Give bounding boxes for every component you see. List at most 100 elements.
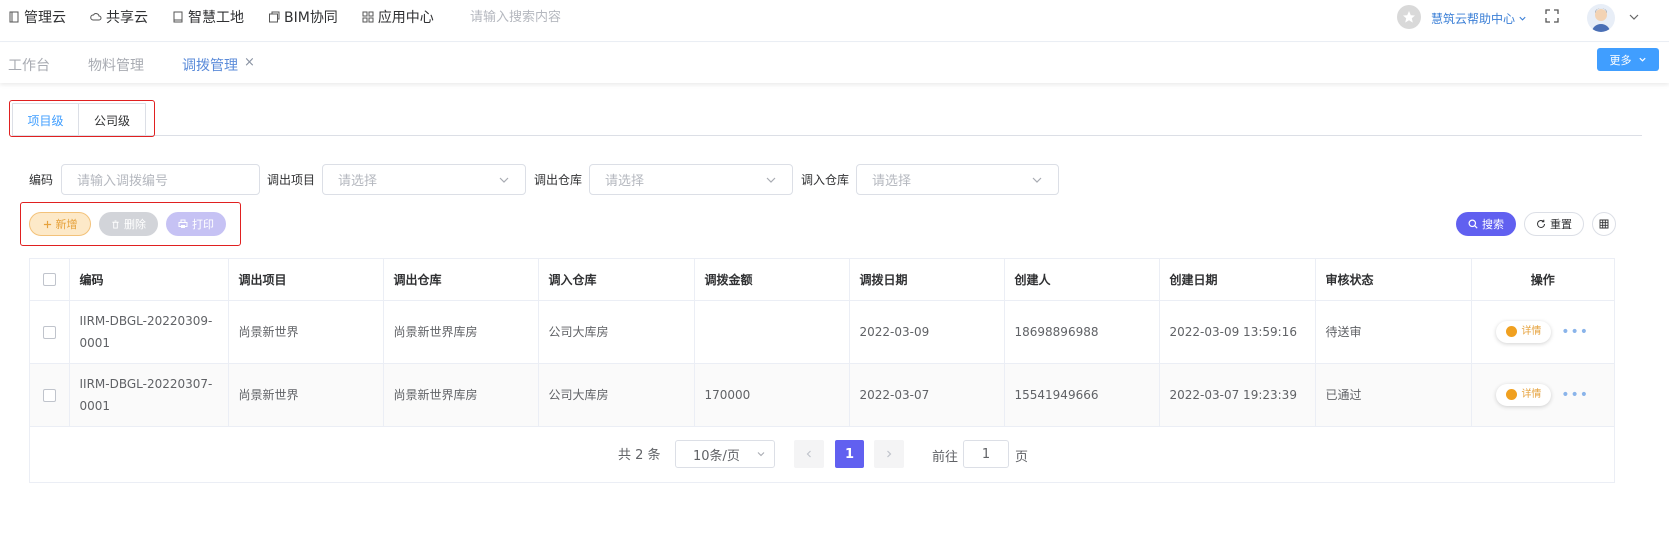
- global-search-input[interactable]: [470, 6, 650, 28]
- nav-label: BIM协同: [284, 10, 338, 26]
- cell-amount: 170000: [694, 363, 850, 427]
- out-project-select[interactable]: 请选择: [322, 164, 526, 195]
- chevron-left-icon: [806, 450, 811, 458]
- nav-item-shared-cloud[interactable]: 共享云: [90, 7, 148, 27]
- code-input[interactable]: 请输入调拨编号: [61, 164, 260, 195]
- grid-icon: [1599, 219, 1609, 229]
- table-row: IIRM-DBGL-20220309-0001 尚景新世界 尚景新世界库房 公司…: [30, 300, 1614, 364]
- printer-icon: [178, 219, 188, 228]
- cell-out-warehouse: 尚景新世界库房: [383, 363, 539, 427]
- chevron-down-icon: [1519, 16, 1526, 21]
- cell-created: 2022-03-07 19:23:39: [1159, 363, 1316, 427]
- cell-code: IIRM-DBGL-20220307-0001: [69, 363, 229, 427]
- help-avatar: [1397, 5, 1421, 29]
- add-button[interactable]: 新增: [29, 212, 91, 236]
- table-row: IIRM-DBGL-20220307-0001 尚景新世界 尚景新世界库房 公司…: [30, 363, 1614, 427]
- out-project-placeholder: 请选择: [338, 174, 378, 189]
- header-creator: 创建人: [1004, 259, 1160, 301]
- search-button[interactable]: 搜索: [1456, 212, 1516, 236]
- fullscreen-icon[interactable]: [1545, 9, 1559, 23]
- more-label: 更多: [1609, 53, 1632, 67]
- out-warehouse-select[interactable]: 请选择: [589, 164, 793, 195]
- search-icon: [1468, 219, 1478, 229]
- goto-page-input[interactable]: [963, 440, 1009, 468]
- more-button[interactable]: 更多: [1597, 48, 1659, 71]
- print-button[interactable]: 打印: [166, 212, 226, 236]
- column-settings-button[interactable]: [1592, 212, 1616, 236]
- tab-workbench[interactable]: 工作台: [8, 55, 50, 75]
- nav-item-management-cloud[interactable]: 管理云: [8, 7, 66, 27]
- detail-button[interactable]: 详情: [1496, 383, 1552, 406]
- help-center-link[interactable]: 慧筑云帮助中心: [1431, 10, 1527, 27]
- header-created: 创建日期: [1159, 259, 1316, 301]
- nav-label: 共享云: [106, 10, 148, 26]
- cell-in-warehouse: 公司大库房: [538, 363, 695, 427]
- nav-item-smart-site[interactable]: 智慧工地: [172, 7, 244, 27]
- cell-status: 已通过: [1315, 363, 1472, 427]
- plus-icon: [43, 220, 51, 228]
- row-checkbox[interactable]: [42, 388, 56, 402]
- cell-actions: 详情 •••: [1471, 300, 1614, 364]
- delete-button[interactable]: 删除: [99, 212, 158, 236]
- user-avatar[interactable]: [1587, 4, 1615, 32]
- prev-page-button[interactable]: [794, 440, 824, 468]
- in-warehouse-label: 调入仓库: [801, 173, 850, 187]
- detail-button[interactable]: 详情: [1496, 320, 1552, 343]
- chevron-down-icon: [757, 452, 765, 457]
- chevron-down-icon[interactable]: [1628, 11, 1640, 23]
- chevron-right-icon: [887, 450, 892, 458]
- header-status: 审核状态: [1315, 259, 1472, 301]
- goto-suffix: 页: [1015, 450, 1029, 465]
- tab-company-level[interactable]: 公司级: [79, 104, 145, 136]
- row-select-cell: [30, 300, 70, 364]
- tab-materials[interactable]: 物料管理: [88, 55, 144, 75]
- chevron-down-icon: [1638, 57, 1646, 62]
- nav-item-bim[interactable]: BIM协同: [268, 7, 338, 27]
- out-warehouse-placeholder: 请选择: [605, 174, 645, 189]
- cell-amount: [694, 300, 850, 364]
- tab-transfer[interactable]: 调拨管理: [182, 55, 238, 75]
- tab-close-icon[interactable]: ×: [244, 55, 255, 70]
- print-label: 打印: [192, 218, 214, 231]
- cube-icon: [269, 11, 280, 23]
- book-icon: [173, 11, 183, 23]
- in-warehouse-select[interactable]: 请选择: [856, 164, 1059, 195]
- page-size-select[interactable]: 10条/页: [675, 440, 775, 468]
- cell-creator: 18698896988: [1004, 300, 1160, 364]
- tabs-divider: [12, 135, 1642, 136]
- code-placeholder: 请输入调拨编号: [77, 174, 169, 189]
- cell-created: 2022-03-09 13:59:16: [1159, 300, 1316, 364]
- code-label: 编码: [29, 173, 54, 187]
- detail-label: 详情: [1521, 325, 1542, 337]
- next-page-button[interactable]: [874, 440, 904, 468]
- more-circle-icon: [1506, 326, 1518, 338]
- page-size-value: 10条/页: [693, 448, 740, 464]
- reset-button[interactable]: 重置: [1524, 212, 1584, 236]
- row-checkbox[interactable]: [42, 325, 56, 339]
- out-project-label: 调出项目: [267, 173, 316, 187]
- tab-project-level[interactable]: 项目级: [13, 104, 79, 136]
- chevron-down-icon: [499, 177, 509, 183]
- header-actions: 操作: [1471, 259, 1614, 301]
- cell-code: IIRM-DBGL-20220309-0001: [69, 300, 229, 364]
- page-number-current[interactable]: 1: [835, 440, 864, 468]
- row-select-cell: [30, 363, 70, 427]
- select-all-checkbox[interactable]: [42, 273, 56, 287]
- nav-label: 智慧工地: [188, 10, 244, 26]
- nav-item-app-center[interactable]: 应用中心: [362, 7, 434, 27]
- header-in-warehouse: 调入仓库: [538, 259, 695, 301]
- search-label: 搜索: [1482, 218, 1504, 231]
- header-out-project: 调出项目: [228, 259, 384, 301]
- cell-out-project: 尚景新世界: [228, 300, 384, 364]
- cell-status: 待送审: [1315, 300, 1472, 364]
- cell-out-project: 尚景新世界: [228, 363, 384, 427]
- more-options-icon[interactable]: •••: [1561, 384, 1589, 406]
- more-options-icon[interactable]: •••: [1561, 321, 1589, 343]
- level-tabs: 项目级 公司级: [12, 103, 146, 136]
- reset-label: 重置: [1550, 218, 1572, 231]
- more-circle-icon: [1506, 389, 1518, 401]
- add-label: 新增: [55, 218, 78, 231]
- page-tab-strip: 工作台 物料管理 调拨管理 ×: [0, 43, 1669, 83]
- chevron-down-icon: [766, 177, 776, 183]
- header-select-all: [30, 259, 70, 301]
